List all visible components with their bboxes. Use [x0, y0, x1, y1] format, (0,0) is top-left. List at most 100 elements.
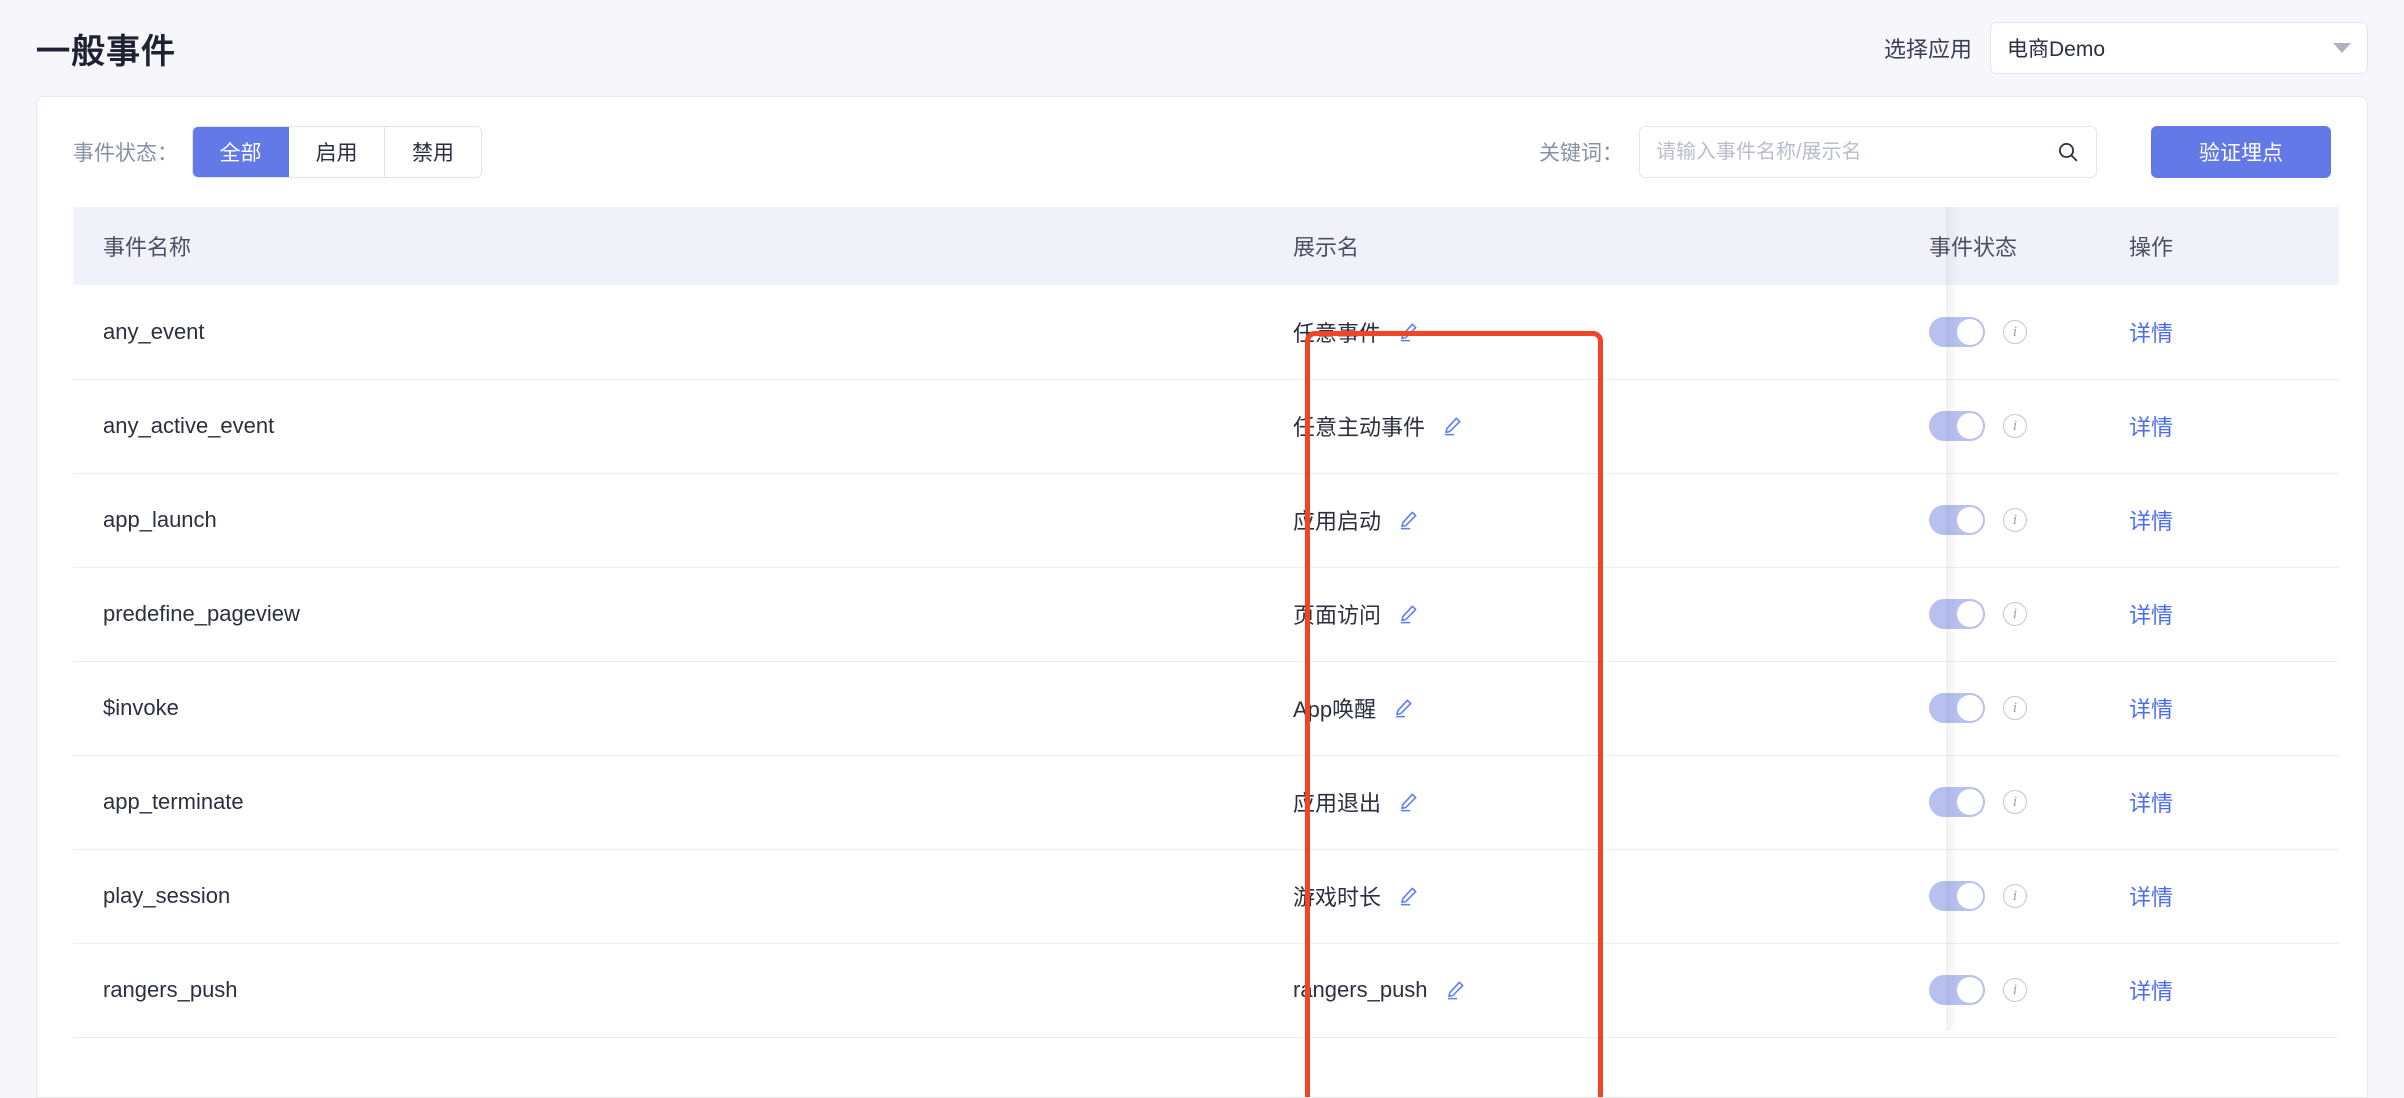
table-row: $invoke App唤醒 i 详情: [73, 661, 2339, 756]
table-row: any_active_event 任意主动事件 i 详情: [73, 379, 2339, 474]
display-name-text: App唤醒: [1293, 697, 1377, 722]
table-row: rangers_push rangers_push i 详情: [73, 943, 2339, 1038]
table-row: predefine_pageview 页面访问 i 详情: [73, 567, 2339, 662]
cell-action: 详情: [2099, 849, 2339, 944]
edit-pencil-icon[interactable]: [1397, 509, 1419, 531]
cell-event-status: i: [1899, 567, 2099, 662]
column-header-action: 操作: [2099, 207, 2339, 285]
cell-event-status: i: [1899, 755, 2099, 850]
edit-pencil-icon[interactable]: [1392, 697, 1414, 719]
cell-event-status: i: [1899, 661, 2099, 756]
info-circle-icon[interactable]: i: [2003, 884, 2027, 908]
cell-action: 详情: [2099, 755, 2339, 850]
app-picker: 选择应用 电商Demo: [1884, 22, 2368, 74]
status-filter-disabled[interactable]: 禁用: [385, 127, 481, 177]
app-select-value: 电商Demo: [2007, 38, 2106, 61]
cell-event-name: app_terminate: [73, 755, 1263, 850]
edit-pencil-icon[interactable]: [1444, 979, 1466, 1001]
cell-event-name: rangers_push: [73, 943, 1263, 1038]
event-status-toggle[interactable]: [1929, 599, 1985, 629]
display-name-text: 应用启动: [1293, 509, 1382, 534]
cell-event-status: i: [1899, 943, 2099, 1038]
search-icon[interactable]: [2056, 140, 2080, 164]
event-status-toggle[interactable]: [1929, 505, 1985, 535]
filter-bar: 事件状态： 全部 启用 禁用 关键词： 验证埋点: [37, 97, 2367, 207]
cell-event-status: i: [1899, 473, 2099, 568]
edit-pencil-icon[interactable]: [1397, 791, 1419, 813]
detail-link[interactable]: 详情: [2129, 885, 2173, 910]
edit-pencil-icon[interactable]: [1397, 321, 1419, 343]
info-circle-icon[interactable]: i: [2003, 978, 2027, 1002]
info-circle-icon[interactable]: i: [2003, 696, 2027, 720]
cell-action: 详情: [2099, 379, 2339, 474]
cell-spacer: [1703, 943, 1899, 1038]
display-name-text: 游戏时长: [1293, 885, 1382, 910]
detail-link[interactable]: 详情: [2129, 979, 2173, 1004]
event-status-toggle[interactable]: [1929, 316, 1985, 347]
app-select-dropdown[interactable]: 电商Demo: [1990, 22, 2368, 74]
page-header: 一般事件 选择应用 电商Demo: [0, 0, 2404, 96]
event-status-toggle[interactable]: [1929, 881, 1985, 911]
cell-spacer: [1703, 849, 1899, 944]
content-card: 事件状态： 全部 启用 禁用 关键词： 验证埋点: [36, 96, 2368, 1098]
cell-event-name: $invoke: [73, 661, 1263, 756]
cell-action: 详情: [2099, 943, 2339, 1038]
cell-spacer: [1703, 567, 1899, 662]
info-circle-icon[interactable]: i: [2003, 319, 2027, 344]
cell-display-name: 页面访问: [1263, 567, 1703, 662]
info-circle-icon[interactable]: i: [2003, 414, 2027, 438]
cell-action: 详情: [2099, 473, 2339, 568]
cell-spacer: [1703, 755, 1899, 850]
cell-event-name: any_event: [73, 285, 1263, 380]
event-status-toggle[interactable]: [1929, 693, 1985, 723]
edit-pencil-icon[interactable]: [1397, 603, 1419, 625]
edit-pencil-icon[interactable]: [1397, 885, 1419, 907]
status-filter-all[interactable]: 全部: [193, 127, 289, 177]
detail-link[interactable]: 详情: [2129, 509, 2173, 534]
info-circle-icon[interactable]: i: [2003, 790, 2027, 814]
events-table: 事件名称 展示名 事件状态 操作 any_event 任意事件 i 详情 any_act…: [73, 207, 2339, 1038]
display-name-text: 页面访问: [1293, 603, 1382, 628]
search-box[interactable]: [1639, 126, 2097, 178]
cell-display-name: rangers_push: [1263, 943, 1703, 1038]
detail-link[interactable]: 详情: [2129, 697, 2173, 722]
table-head: 事件名称 展示名 事件状态 操作: [73, 207, 2339, 285]
cell-display-name: 游戏时长: [1263, 849, 1703, 944]
cell-event-status: i: [1899, 849, 2099, 944]
column-header-spacer: [1703, 207, 1899, 285]
info-circle-icon[interactable]: i: [2003, 508, 2027, 532]
verify-tracking-button[interactable]: 验证埋点: [2151, 126, 2331, 178]
event-status-toggle[interactable]: [1929, 975, 1985, 1005]
table-header-row: 事件名称 展示名 事件状态 操作: [73, 207, 2339, 285]
status-segmented-control[interactable]: 全部 启用 禁用: [192, 126, 482, 178]
cell-display-name: 应用启动: [1263, 473, 1703, 568]
detail-link[interactable]: 详情: [2129, 321, 2173, 346]
cell-action: 详情: [2099, 285, 2339, 380]
search-group: 关键词： 验证埋点: [1539, 126, 2331, 178]
cell-display-name: 应用退出: [1263, 755, 1703, 850]
table-row: app_launch 应用启动 i 详情: [73, 473, 2339, 568]
edit-pencil-icon[interactable]: [1441, 415, 1463, 437]
column-header-display-name: 展示名: [1263, 207, 1703, 285]
keyword-label: 关键词：: [1539, 142, 1623, 165]
search-input[interactable]: [1656, 140, 2080, 164]
cell-display-name: 任意事件: [1263, 285, 1703, 380]
chevron-down-icon: [2333, 43, 2351, 53]
cell-action: 详情: [2099, 567, 2339, 662]
cell-spacer: [1703, 473, 1899, 568]
display-name-text: rangers_push: [1293, 977, 1428, 1002]
info-circle-icon[interactable]: i: [2003, 602, 2027, 626]
status-filter-enabled[interactable]: 启用: [289, 127, 385, 177]
table-row: play_session 游戏时长 i 详情: [73, 849, 2339, 944]
cell-event-status: i: [1899, 285, 2099, 380]
detail-link[interactable]: 详情: [2129, 603, 2173, 628]
event-status-toggle[interactable]: [1929, 787, 1985, 817]
event-status-toggle[interactable]: [1929, 411, 1985, 441]
column-header-event-status: 事件状态: [1899, 207, 2099, 285]
table-row: any_event 任意事件 i 详情: [73, 285, 2339, 380]
cell-spacer: [1703, 379, 1899, 474]
detail-link[interactable]: 详情: [2129, 791, 2173, 816]
display-name-text: 应用退出: [1293, 791, 1382, 816]
detail-link[interactable]: 详情: [2129, 415, 2173, 440]
cell-event-name: any_active_event: [73, 379, 1263, 474]
